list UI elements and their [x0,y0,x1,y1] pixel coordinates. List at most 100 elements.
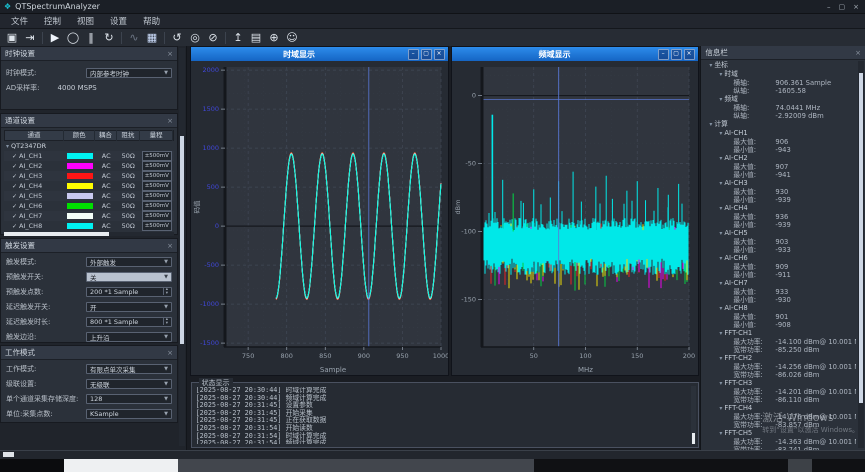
panel-header[interactable]: 通道设置 × [1,114,177,128]
chevron-down-icon[interactable]: ▾ [719,130,722,137]
checkbox-checked-icon[interactable]: ✓ [12,163,17,170]
color-swatch[interactable] [67,213,94,219]
tree-node[interactable]: ▾ FFT-CH2 [703,354,856,363]
copy-icon[interactable]: ▣ [3,30,21,46]
grid-view-icon[interactable]: ▦ [143,30,161,46]
checkbox-checked-icon[interactable]: ✓ [12,213,17,220]
panel-header[interactable]: 工作模式 × [1,346,177,360]
stop-icon[interactable]: ◯ [64,30,82,46]
checkbox-checked-icon[interactable]: ✓ [12,223,17,230]
checkbox-checked-icon[interactable]: ✓ [12,193,17,200]
channel-row[interactable]: ✓ AI_CH4 AC 50Ω ±500mV [4,181,174,191]
scrollbar-thumb[interactable] [179,136,184,344]
tree-node[interactable]: ▾ FFT-CH3 [703,379,856,388]
panel-header[interactable]: 时钟设置 × [1,47,177,61]
status-log[interactable]: [2025-08-27 20:30:44] 时域计算完成 [2025-08-27 … [196,387,688,444]
tree-node[interactable]: ▾ 坐标 [703,61,856,70]
color-swatch[interactable] [67,183,94,189]
chevron-down-icon[interactable]: ▾ [719,355,722,362]
minimize-button[interactable]: – [407,48,419,60]
chevron-down-icon[interactable]: ▾ [719,280,722,287]
taskbar-app-button[interactable] [64,459,178,472]
trigger-dropdown[interactable]: 上升沿 ▼ [86,331,172,342]
menu-control[interactable]: 控制 [36,15,69,27]
chevron-down-icon[interactable]: ▾ [719,71,722,78]
range-dropdown[interactable]: ±500mV [141,191,172,201]
status-log-vscrollbar[interactable] [690,386,696,444]
info-vscrollbar[interactable] [858,61,864,448]
panel-pin-icon[interactable]: × [855,49,861,57]
color-swatch[interactable] [67,173,94,179]
chevron-down-icon[interactable]: ▾ [709,121,712,128]
clock-dropdown[interactable]: 内部参考时钟 ▼ [86,67,172,78]
range-dropdown[interactable]: ±500mV [141,151,172,161]
user-icon[interactable]: ☺ [283,30,301,46]
tree-node[interactable]: ▾ FFT-CH5 [703,429,856,438]
range-dropdown[interactable]: ±500mV [141,221,172,231]
spin-arrows-icon[interactable]: ▴ ▾ [162,317,168,325]
channel-row[interactable]: ✓ AI_CH8 AC 50Ω ±500mV [4,221,174,231]
color-swatch[interactable] [67,193,94,199]
channel-row[interactable]: ✓ AI_CH3 AC 50Ω ±500mV [4,171,174,181]
trigger-dropdown[interactable]: 关 ▼ [86,271,172,282]
close-button[interactable]: × [433,48,445,60]
maximize-button[interactable]: ▢ [670,48,682,60]
scrollbar-thumb[interactable] [859,73,863,403]
chevron-down-icon[interactable]: ▾ [719,405,722,412]
chevron-down-icon[interactable]: ▾ [719,430,722,437]
trigger-dropdown[interactable]: 外部触发 ▼ [86,256,172,267]
range-dropdown[interactable]: ±500mV [141,171,172,181]
minimize-button[interactable]: – [657,48,669,60]
channel-row[interactable]: ✓ AI_CH7 AC 50Ω ±500mV [4,211,174,221]
upload-icon[interactable]: ↥ [229,30,247,46]
trigger-dropdown[interactable]: 开 ▼ [86,301,172,312]
chevron-down-icon[interactable]: ▾ [6,143,9,150]
chevron-down-icon[interactable]: ▾ [719,305,722,312]
export-icon[interactable]: ⇥ [21,30,39,46]
power-icon[interactable]: ◎ [186,30,204,46]
tree-node[interactable]: ▾ 频域 [703,95,856,104]
timer-off-icon[interactable]: ⊘ [204,30,222,46]
sidebar-vscrollbar[interactable] [178,48,185,446]
scrollbar-thumb[interactable] [4,232,110,236]
panel-header[interactable]: 触发设置 × [1,239,177,253]
trigger-spinbox[interactable]: 200 *1 Sample ▴ ▾ [86,286,172,297]
range-dropdown[interactable]: ±500mV [141,201,172,211]
chevron-down-icon[interactable]: ▾ [719,255,722,262]
history-icon[interactable]: ↺ [168,30,186,46]
channel-row[interactable]: ✓ AI_CH5 AC 50Ω ±500mV [4,191,174,201]
maximize-button[interactable]: ▢ [839,3,846,11]
workmode-dropdown[interactable]: KSample ▼ [86,408,172,419]
panel-pin-icon[interactable]: × [167,117,173,125]
maximize-button[interactable]: ▢ [420,48,432,60]
channel-row[interactable]: ✓ AI_CH1 AC 50Ω ±500mV [4,151,174,161]
tree-node[interactable]: ▾ AI-CH2 [703,154,856,163]
freq-window-titlebar[interactable]: 频域显示 – ▢ × [451,47,698,61]
chevron-down-icon[interactable]: ▾ [719,205,722,212]
spin-arrows-icon[interactable]: ▴ ▾ [162,287,168,296]
tree-node[interactable]: ▾ 计算 [703,120,856,129]
time-chart[interactable]: 750 800 850 900 950 1000 2000 1500 1000 500 0 -500 -… [191,61,449,375]
close-button[interactable]: × [853,3,859,11]
chevron-down-icon[interactable]: ▾ [719,180,722,187]
tree-node[interactable]: ▾ AI-CH3 [703,179,856,188]
range-dropdown[interactable]: ±500mV [141,211,172,221]
waveform-icon[interactable]: ∿ [125,30,143,46]
tree-node[interactable]: ▾ 时域 [703,70,856,79]
loop-icon[interactable]: ↻ [100,30,118,46]
panel-pin-icon[interactable]: × [167,242,173,250]
pause-icon[interactable]: ‖ [82,30,100,46]
color-swatch[interactable] [67,153,94,159]
chevron-down-icon[interactable]: ▾ [719,330,722,337]
channel-row[interactable]: ✓ AI_CH6 AC 50Ω ±500mV [4,201,174,211]
color-swatch[interactable] [67,203,94,209]
chevron-down-icon[interactable]: ▾ [719,230,722,237]
checkbox-checked-icon[interactable]: ✓ [12,173,17,180]
spin-down-icon[interactable]: ▾ [166,291,168,296]
tree-node[interactable]: ▾ AI-CH7 [703,279,856,288]
chevron-down-icon[interactable]: ▾ [719,380,722,387]
checkbox-checked-icon[interactable]: ✓ [12,183,17,190]
checkbox-checked-icon[interactable]: ✓ [12,203,17,210]
tree-node[interactable]: ▾ AI-CH5 [703,229,856,238]
time-window-titlebar[interactable]: 时域显示 – ▢ × [190,47,448,61]
